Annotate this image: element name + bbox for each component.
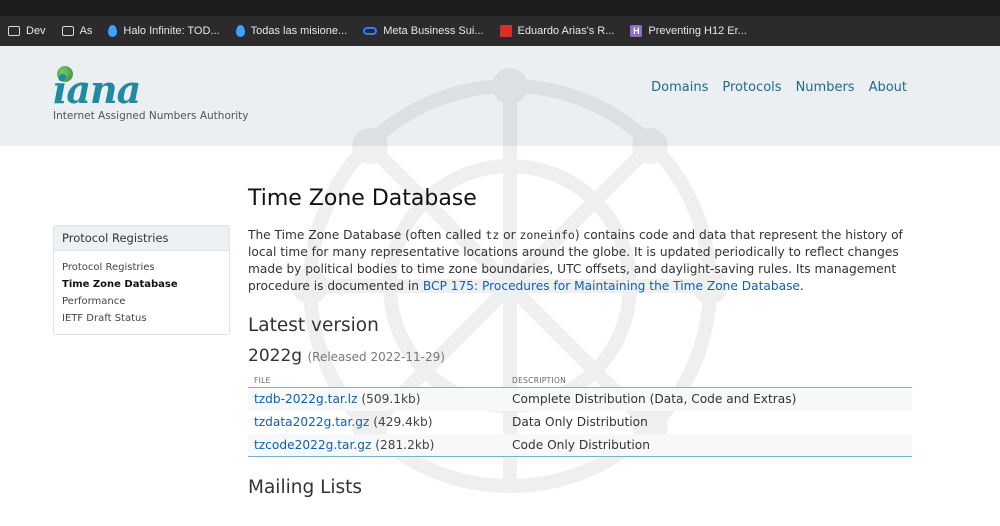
table-row: tzdata2022g.tar.gz (429.4kb) Data Only D… (248, 411, 912, 434)
sidebar-heading: Protocol Registries (54, 226, 229, 251)
sidebar-item-protocol-registries[interactable]: Protocol Registries (62, 259, 221, 276)
sidebar-item-performance[interactable]: Performance (62, 293, 221, 310)
description-cell: Data Only Distribution (512, 415, 648, 429)
code-tz: tz (485, 228, 500, 242)
column-header-description: DESCRIPTION (506, 374, 912, 388)
bookmark-as[interactable]: As (54, 16, 101, 46)
main-nav: Domains Protocols Numbers About (651, 80, 907, 95)
file-cell: tzdata2022g.tar.gz (429.4kb) (248, 411, 506, 434)
latest-version-heading: Latest version (248, 315, 379, 336)
heroku-icon: H (630, 25, 643, 37)
site-header: iana Internet Assigned Numbers Authority… (0, 46, 1000, 146)
nav-about[interactable]: About (869, 80, 907, 95)
file-cell: tzdb-2022g.tar.lz (509.1kb) (248, 388, 506, 411)
folder-icon (61, 26, 74, 36)
sidebar-item-time-zone-database[interactable]: Time Zone Database (62, 276, 221, 293)
file-size: (509.1kb) (361, 392, 421, 407)
bookmark-meta[interactable]: Meta Business Sui... (355, 16, 491, 46)
file-link-tzdata[interactable]: tzdata2022g.tar.gz (254, 415, 369, 429)
bcp175-link[interactable]: BCP 175: Procedures for Maintaining the … (423, 279, 800, 293)
meta-icon (363, 27, 378, 35)
file-size: (429.4kb) (373, 415, 433, 429)
description-cell: Complete Distribution (Data, Code and Ex… (512, 392, 797, 407)
logo-mark: iana (53, 64, 163, 112)
intro-paragraph: The Time Zone Database (often called tz … (248, 228, 903, 293)
sidebar: Protocol Registries Protocol Registries … (53, 225, 230, 335)
table-row: tzdb-2022g.tar.lz (509.1kb) Complete Dis… (248, 387, 912, 411)
description-cell: Code Only Distribution (506, 433, 912, 457)
file-size: (281.2kb) (375, 437, 435, 452)
nav-domains[interactable]: Domains (651, 80, 708, 95)
iana-logo[interactable]: iana Internet Assigned Numbers Authority (53, 64, 248, 122)
bookmark-misiones[interactable]: Todas las misione... (228, 16, 356, 46)
nav-numbers[interactable]: Numbers (796, 80, 855, 95)
nav-protocols[interactable]: Protocols (722, 80, 781, 95)
droplet-icon (235, 25, 245, 37)
bookmark-eduardo[interactable]: Eduardo Arias's R... (492, 16, 623, 46)
bar-chart-icon (499, 25, 512, 37)
code-zoneinfo: zoneinfo (519, 228, 575, 242)
sidebar-item-ietf-draft-status[interactable]: IETF Draft Status (62, 310, 221, 327)
column-header-file: FILE (248, 374, 506, 388)
version-heading: 2022g (Released 2022-11-29) (248, 346, 918, 366)
bookmark-h12[interactable]: H Preventing H12 Er... (622, 16, 754, 46)
release-date: (Released 2022-11-29) (307, 350, 445, 364)
table-row: tzcode2022g.tar.gz (281.2kb) Code Only D… (248, 433, 912, 457)
file-link-tzdb[interactable]: tzdb-2022g.tar.lz (254, 392, 357, 406)
table-header-row: FILE DESCRIPTION (248, 374, 912, 388)
page-title: Time Zone Database (248, 186, 477, 211)
folder-icon (8, 26, 20, 36)
mailing-lists-heading: Mailing Lists (248, 477, 363, 498)
droplet-icon (108, 25, 118, 37)
bookmark-dev[interactable]: Dev (0, 16, 54, 46)
main-content: Time Zone Database The Time Zone Databas… (248, 186, 918, 498)
downloads-table: FILE DESCRIPTION tzdb-2022g.tar.lz (509.… (248, 374, 912, 457)
logo-wordmark: iana (53, 67, 141, 112)
bookmark-halo[interactable]: Halo Infinite: TOD... (100, 16, 227, 46)
file-cell: tzcode2022g.tar.gz (281.2kb) (248, 433, 506, 457)
version-number: 2022g (248, 346, 303, 366)
bookmarks-bar: Dev As Halo Infinite: TOD... Todas las m… (0, 0, 1000, 46)
file-link-tzcode[interactable]: tzcode2022g.tar.gz (254, 438, 371, 452)
sidebar-list: Protocol Registries Time Zone Database P… (54, 251, 229, 335)
